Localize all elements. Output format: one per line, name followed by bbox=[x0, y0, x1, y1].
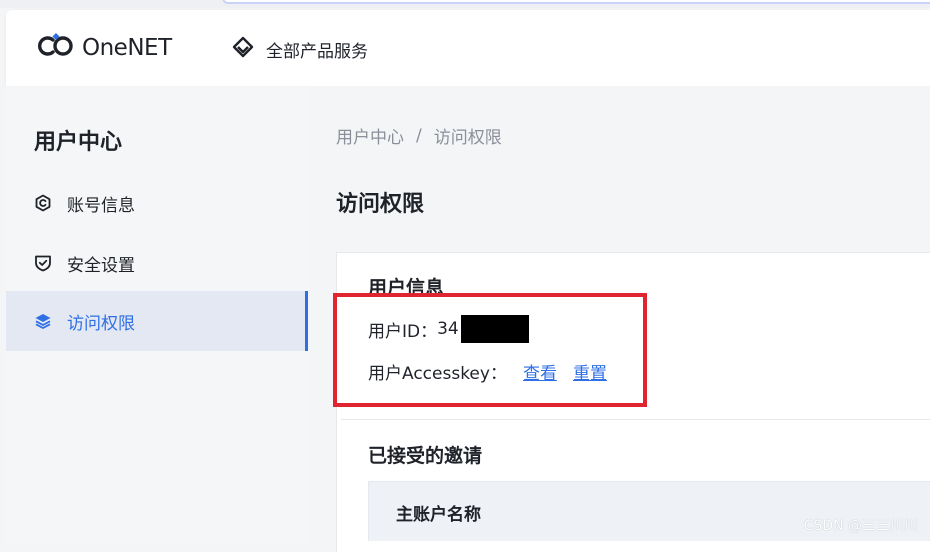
breadcrumb-separator: / bbox=[416, 126, 422, 146]
sidebar-item-access-permissions[interactable]: 访问权限 bbox=[6, 291, 306, 351]
accesskey-label: 用户Accesskey： bbox=[368, 359, 507, 384]
address-bar-edge[interactable] bbox=[222, 0, 930, 4]
top-header: OneNET 全部产品服务 bbox=[6, 10, 930, 86]
browser-edge bbox=[0, 0, 930, 8]
breadcrumb-item-user-center[interactable]: 用户中心 bbox=[336, 123, 404, 148]
main-content: 用户中心 / 访问权限 访问权限 用户信息 用户ID： 34 用户Accessk… bbox=[308, 86, 930, 543]
page-title: 访问权限 bbox=[336, 186, 424, 218]
section-divider bbox=[341, 419, 930, 420]
breadcrumb-item-current: 访问权限 bbox=[434, 123, 502, 148]
highlight-annotation-box bbox=[333, 293, 647, 407]
onenet-logo[interactable]: OneNET bbox=[36, 32, 172, 64]
user-id-value: 34 bbox=[437, 319, 459, 339]
accesskey-row: 用户Accesskey： 查看 重置 bbox=[368, 359, 607, 384]
watermark: CSDN @三三川川 bbox=[804, 515, 918, 535]
shield-icon bbox=[33, 253, 53, 273]
sidebar: 用户中心 账号信息 安全设置 访问权限 bbox=[6, 86, 308, 543]
layers-icon bbox=[33, 311, 53, 331]
logo-text: OneNET bbox=[82, 35, 172, 61]
sidebar-item-label: 访问权限 bbox=[67, 309, 135, 334]
logo-icon bbox=[36, 31, 76, 65]
access-card: 用户信息 用户ID： 34 用户Accesskey： 查看 重置 已接受的邀请 … bbox=[336, 252, 930, 552]
accepted-invitations-title: 已接受的邀请 bbox=[368, 441, 482, 468]
sidebar-item-label: 安全设置 bbox=[67, 251, 135, 276]
all-products-label: 全部产品服务 bbox=[266, 37, 368, 62]
account-icon bbox=[33, 193, 53, 213]
user-id-label: 用户ID： bbox=[368, 317, 437, 342]
user-id-row: 用户ID： 34 bbox=[368, 315, 529, 343]
sidebar-item-account-info[interactable]: 账号信息 bbox=[6, 173, 306, 233]
sidebar-item-label: 账号信息 bbox=[67, 191, 135, 216]
column-header-main-account-name: 主账户名称 bbox=[396, 500, 481, 525]
breadcrumb: 用户中心 / 访问权限 bbox=[336, 123, 502, 148]
all-products-menu[interactable]: 全部产品服务 bbox=[232, 37, 368, 61]
sidebar-item-security[interactable]: 安全设置 bbox=[6, 233, 306, 293]
sidebar-title: 用户中心 bbox=[34, 124, 122, 156]
redaction-block bbox=[461, 315, 529, 343]
view-accesskey-link[interactable]: 查看 bbox=[523, 359, 557, 384]
reset-accesskey-link[interactable]: 重置 bbox=[573, 359, 607, 384]
diamond-icon bbox=[232, 36, 254, 63]
